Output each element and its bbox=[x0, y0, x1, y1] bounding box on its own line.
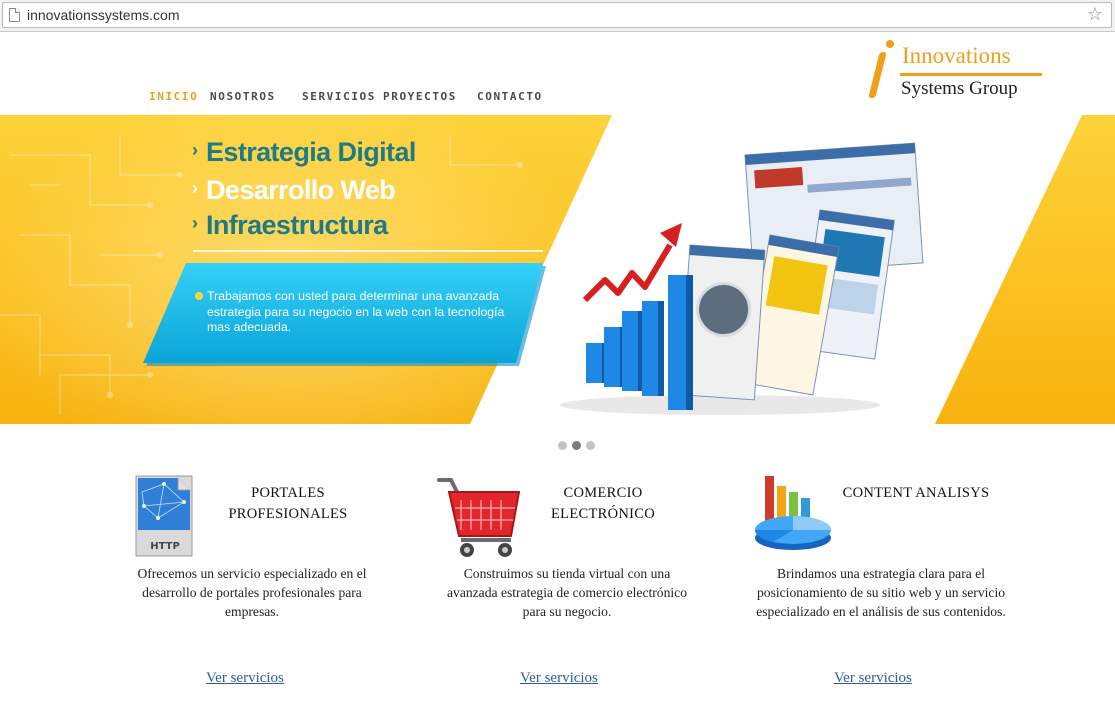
logo-line2: Systems Group bbox=[901, 78, 1018, 99]
nav-item-inicio[interactable]: INICIO bbox=[149, 90, 198, 103]
slider-dot-1[interactable] bbox=[558, 441, 567, 450]
feature-description: Construimos su tienda virtual con una av… bbox=[446, 566, 687, 619]
hero-banner: › Estrategia Digital › Desarrollo Web › Inf… bbox=[0, 115, 1115, 424]
svg-text:HTTP: HTTP bbox=[150, 541, 180, 552]
page-icon bbox=[9, 8, 20, 22]
web-growth-illustration bbox=[560, 142, 924, 415]
url-text[interactable]: innovationssystems.com bbox=[27, 7, 180, 23]
logo-divider bbox=[900, 73, 1042, 76]
ver-servicios-link[interactable]: Ver servicios bbox=[206, 670, 284, 687]
bar-chart-icon bbox=[586, 275, 693, 410]
logo-line1: Innovations bbox=[902, 43, 1011, 68]
feature-description: Brindamos una estrategia clara para el p… bbox=[756, 566, 1006, 619]
site-logo[interactable]: Innovations Systems Group bbox=[868, 40, 1044, 104]
http-document-icon: HTTP bbox=[135, 475, 193, 557]
feature-description: Ofrecemos un servicio especializado en e… bbox=[137, 566, 367, 619]
nav-item-proyectos[interactable]: PROYECTOS bbox=[383, 90, 457, 103]
feature-title: COMERCIO ELECTRÓNICO bbox=[551, 485, 655, 522]
ver-servicios-link[interactable]: Ver servicios bbox=[834, 670, 912, 687]
slider-dot-2[interactable] bbox=[572, 441, 581, 450]
feature-portales: HTTP PORTALES PROFESIONALES Ofrecemos un… bbox=[122, 470, 422, 700]
star-icon[interactable]: ☆ bbox=[1087, 4, 1103, 25]
feature-title: CONTENT ANALISYS bbox=[842, 485, 990, 501]
feature-comercio: COMERCIO ELECTRÓNICO Construimos su tien… bbox=[437, 470, 737, 700]
browser-address-bar: innovationssystems.com ☆ bbox=[0, 0, 1115, 32]
ver-servicios-link[interactable]: Ver servicios bbox=[520, 670, 598, 687]
shopping-cart-icon bbox=[437, 478, 521, 557]
slider-dot-3[interactable] bbox=[586, 441, 595, 450]
feature-content-analisys: CONTENT ANALISYS Brindamos una estrategi… bbox=[751, 470, 1051, 700]
nav-item-servicios[interactable]: SERVICIOS bbox=[302, 90, 376, 103]
logo-i-dot bbox=[886, 40, 894, 48]
nav-item-nosotros[interactable]: NOSOTROS bbox=[210, 90, 276, 103]
url-field[interactable]: innovationssystems.com ☆ bbox=[2, 2, 1112, 28]
chart-analytics-icon bbox=[754, 476, 831, 550]
nav-item-contacto[interactable]: CONTACTO bbox=[477, 90, 543, 103]
feature-title: PORTALES PROFESIONALES bbox=[228, 485, 348, 522]
